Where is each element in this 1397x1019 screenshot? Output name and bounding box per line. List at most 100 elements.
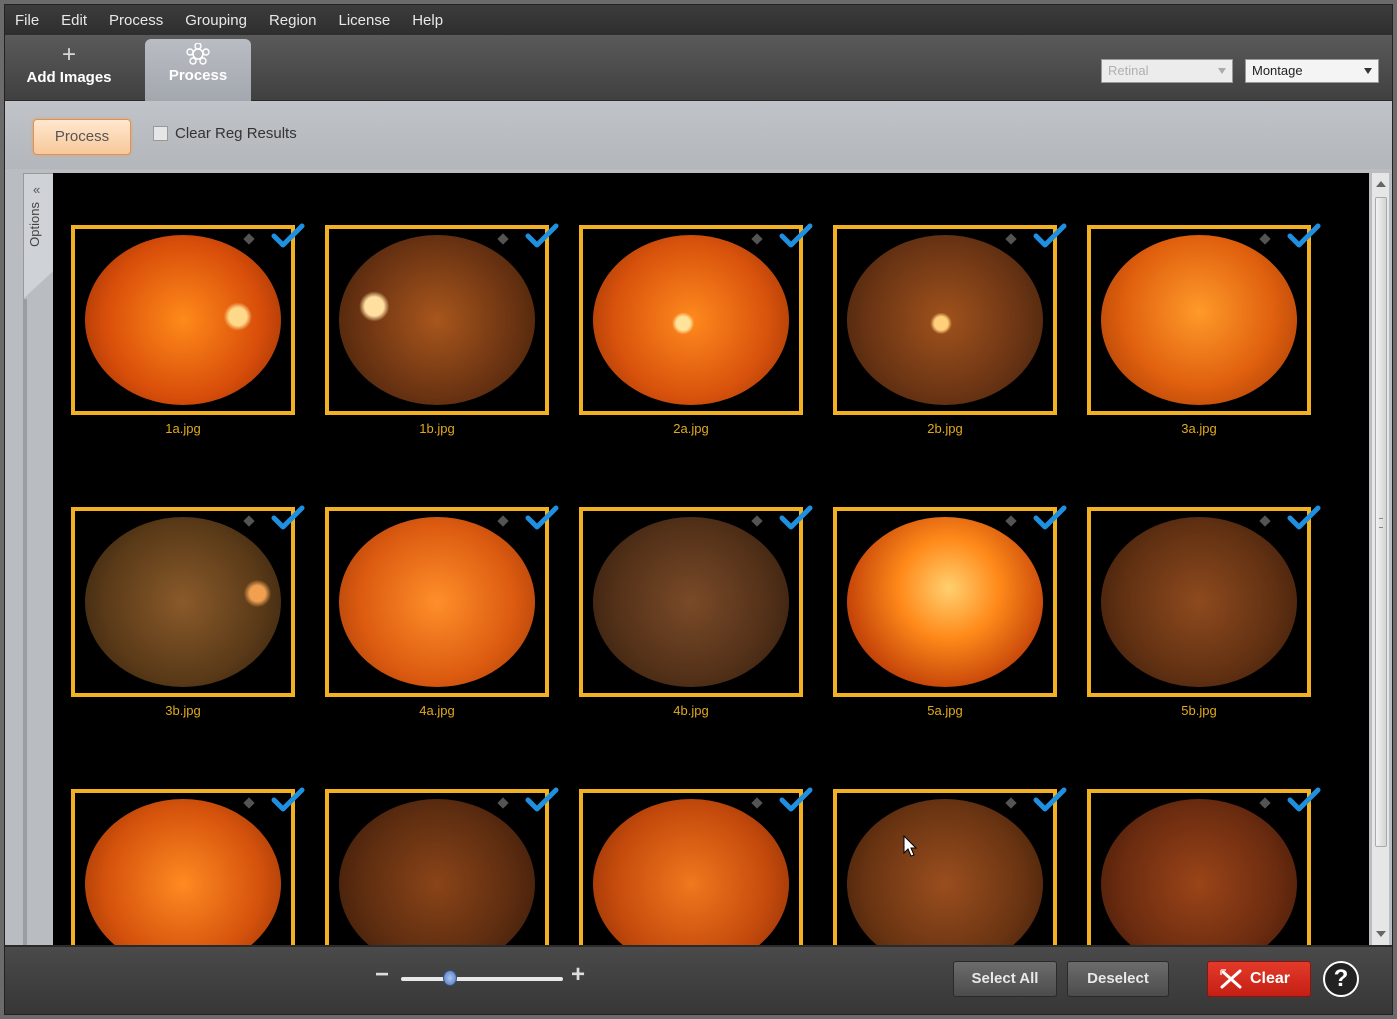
scroll-up-icon[interactable] (1376, 181, 1386, 187)
image-filename: 1a.jpg (165, 421, 201, 436)
modality-select-value: Retinal (1108, 63, 1149, 78)
eye-flower-icon (145, 39, 251, 67)
pin-icon (1005, 515, 1017, 527)
image-filename: 3b.jpg (165, 703, 201, 718)
pin-icon (1259, 515, 1271, 527)
checkmark-icon[interactable] (525, 505, 559, 531)
image-thumbnail[interactable] (1087, 505, 1321, 697)
app-window: File Edit Process Grouping Region Licens… (4, 4, 1393, 1015)
clear-reg-results-checkbox[interactable] (153, 126, 168, 141)
layout-select[interactable]: Montage (1245, 59, 1379, 83)
layout-select-value: Montage (1252, 63, 1303, 78)
fundus-image (85, 799, 281, 945)
image-thumbnail[interactable] (325, 505, 559, 697)
checkmark-icon[interactable] (1287, 223, 1321, 249)
image-thumbnail[interactable] (325, 223, 559, 415)
pin-icon (751, 515, 763, 527)
zoom-out-button[interactable]: − (375, 961, 389, 989)
image-thumbnail[interactable] (579, 223, 813, 415)
checkmark-icon[interactable] (1287, 787, 1321, 813)
pin-icon (243, 233, 255, 245)
checkmark-icon[interactable] (525, 787, 559, 813)
clear-button[interactable]: Clear (1207, 961, 1311, 997)
image-thumbnail[interactable] (833, 223, 1067, 415)
pin-icon (1259, 233, 1271, 245)
image-thumbnail[interactable] (833, 787, 1067, 945)
pin-icon (751, 233, 763, 245)
pin-icon (1005, 797, 1017, 809)
checkmark-icon[interactable] (1287, 505, 1321, 531)
tab-add-images[interactable]: + Add Images (17, 41, 121, 101)
image-thumbnail[interactable] (71, 787, 305, 945)
help-icon[interactable]: ? (1323, 961, 1359, 997)
checkmark-icon[interactable] (271, 787, 305, 813)
clear-x-icon (1220, 969, 1242, 989)
content-area: « Options 1a.jpg 1b.jpg 2a.jpg 2b.jpg 3a.jpg… (5, 169, 1392, 945)
fundus-image (847, 235, 1043, 405)
mouse-cursor-icon (903, 835, 918, 857)
checkmark-icon[interactable] (525, 223, 559, 249)
image-filename: 5a.jpg (927, 703, 963, 718)
pin-icon (497, 233, 509, 245)
process-button[interactable]: Process (33, 119, 131, 155)
tab-process-label: Process (168, 67, 228, 84)
checkmark-icon[interactable] (1033, 505, 1067, 531)
clear-reg-results-label: Clear Reg Results (175, 125, 297, 142)
image-thumbnail[interactable] (833, 505, 1067, 697)
image-thumbnail[interactable] (579, 787, 813, 945)
menu-process[interactable]: Process (109, 12, 163, 29)
image-thumbnail[interactable] (579, 505, 813, 697)
clear-reg-results-option[interactable]: Clear Reg Results (153, 125, 297, 142)
pin-icon (497, 797, 509, 809)
action-bar: Process Clear Reg Results (5, 101, 1392, 169)
fundus-image (1101, 799, 1297, 945)
zoom-slider-handle[interactable] (442, 970, 457, 986)
image-thumbnail[interactable] (71, 223, 305, 415)
image-thumbnail[interactable] (1087, 223, 1321, 415)
checkmark-icon[interactable] (1033, 223, 1067, 249)
options-label: Options (27, 202, 42, 247)
menu-license[interactable]: License (338, 12, 390, 29)
menu-region[interactable]: Region (269, 12, 317, 29)
image-thumbnail[interactable] (71, 505, 305, 697)
image-filename: 3a.jpg (1181, 421, 1217, 436)
menu-edit[interactable]: Edit (61, 12, 87, 29)
checkmark-icon[interactable] (779, 505, 813, 531)
fundus-image (339, 235, 535, 405)
vertical-scrollbar[interactable] (1371, 173, 1389, 945)
scrollbar-thumb[interactable] (1375, 197, 1387, 847)
zoom-in-button[interactable]: + (571, 961, 585, 989)
fundus-image (593, 235, 789, 405)
image-thumbnail[interactable] (325, 787, 559, 945)
menu-grouping[interactable]: Grouping (185, 12, 247, 29)
zoom-slider-track[interactable] (401, 977, 563, 981)
pin-icon (243, 515, 255, 527)
fundus-image (593, 517, 789, 687)
menu-bar: File Edit Process Grouping Region Licens… (5, 5, 1392, 35)
checkmark-icon[interactable] (271, 505, 305, 531)
checkmark-icon[interactable] (779, 223, 813, 249)
chevron-down-icon (1364, 68, 1372, 74)
modality-select: Retinal (1101, 59, 1233, 83)
menu-file[interactable]: File (15, 12, 39, 29)
fundus-image (1101, 235, 1297, 405)
pin-icon (751, 797, 763, 809)
checkmark-icon[interactable] (271, 223, 305, 249)
pin-icon (1259, 797, 1271, 809)
fundus-image (847, 517, 1043, 687)
image-thumbnail[interactable] (1087, 787, 1321, 945)
fundus-image (847, 799, 1043, 945)
checkmark-icon[interactable] (779, 787, 813, 813)
tab-add-images-label: Add Images (26, 69, 112, 86)
options-panel-toggle[interactable]: « Options (23, 173, 53, 299)
checkmark-icon[interactable] (1033, 787, 1067, 813)
deselect-button[interactable]: Deselect (1067, 961, 1169, 997)
grip-icon (1379, 518, 1383, 528)
image-filename: 2b.jpg (927, 421, 963, 436)
fundus-image (1101, 517, 1297, 687)
select-all-button[interactable]: Select All (953, 961, 1057, 997)
fundus-image (85, 235, 281, 405)
scroll-down-icon[interactable] (1376, 931, 1386, 937)
tab-process[interactable]: Process (145, 39, 251, 101)
menu-help[interactable]: Help (412, 12, 443, 29)
